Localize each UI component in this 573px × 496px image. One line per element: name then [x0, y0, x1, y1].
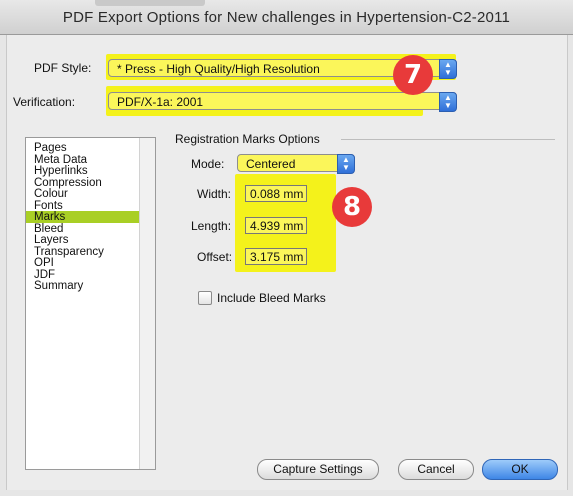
verification-select[interactable]: PDF/X-1a: 2001 ▲ ▼: [108, 92, 457, 112]
length-label: Length:: [191, 219, 232, 233]
sidebar-item-opi[interactable]: OPI: [26, 257, 155, 269]
background-window-edge: [95, 0, 205, 6]
sidebar-item-hyperlinks[interactable]: Hyperlinks: [26, 165, 155, 177]
step-badge-7: 7: [393, 55, 433, 95]
capture-settings-button[interactable]: Capture Settings: [257, 459, 379, 480]
verification-label: Verification:: [13, 95, 76, 109]
pdf-style-value: * Press - High Quality/High Resolution: [117, 62, 320, 76]
screen: PDF Export Options for New challenges in…: [0, 0, 573, 496]
verification-value: PDF/X-1a: 2001: [117, 95, 204, 109]
include-bleed-checkbox[interactable]: [198, 291, 212, 305]
ok-button[interactable]: OK: [482, 459, 558, 480]
sidebar-item-meta-data[interactable]: Meta Data: [26, 154, 155, 166]
pdf-export-dialog: PDF Style: * Press - High Quality/High R…: [6, 35, 568, 490]
sidebar-item-summary[interactable]: Summary: [26, 280, 155, 292]
width-label: Width:: [197, 187, 232, 201]
registration-group-title: Registration Marks Options: [175, 132, 320, 146]
sidebar-item-bleed[interactable]: Bleed: [26, 223, 155, 235]
category-list-scrollbar[interactable]: [139, 138, 155, 469]
sidebar-item-marks[interactable]: Marks: [26, 211, 155, 223]
include-bleed-label: Include Bleed Marks: [217, 291, 326, 305]
sidebar-item-layers[interactable]: Layers: [26, 234, 155, 246]
group-divider: [341, 139, 555, 140]
window-title: PDF Export Options for New challenges in…: [62, 9, 511, 26]
popup-arrows-icon: ▲ ▼: [439, 92, 457, 112]
popup-arrows-icon: ▲ ▼: [337, 154, 355, 174]
mode-value: Centered: [246, 157, 296, 171]
category-list[interactable]: Pages Meta Data Hyperlinks Compression Colou…: [25, 137, 156, 470]
sidebar-item-jdf[interactable]: JDF: [26, 269, 155, 281]
pdf-style-label: PDF Style:: [34, 61, 92, 75]
width-field[interactable]: 0.088 mm: [245, 185, 307, 202]
sidebar-item-colour[interactable]: Colour: [26, 188, 155, 200]
sidebar-item-compression[interactable]: Compression: [26, 177, 155, 189]
length-field[interactable]: 4.939 mm: [245, 217, 307, 234]
step-badge-8: 8: [332, 187, 372, 227]
popup-arrows-icon: ▲ ▼: [439, 59, 457, 79]
offset-field[interactable]: 3.175 mm: [245, 248, 307, 265]
sidebar-item-pages[interactable]: Pages: [26, 142, 155, 154]
mode-label: Mode:: [191, 157, 225, 171]
mode-select[interactable]: Centered ▲ ▼: [237, 154, 355, 174]
window-titlebar[interactable]: PDF Export Options for New challenges in…: [0, 0, 573, 35]
sidebar-item-fonts[interactable]: Fonts: [26, 200, 155, 212]
sidebar-item-transparency[interactable]: Transparency: [26, 246, 155, 258]
cancel-button[interactable]: Cancel: [398, 459, 474, 480]
offset-label: Offset:: [197, 250, 233, 264]
